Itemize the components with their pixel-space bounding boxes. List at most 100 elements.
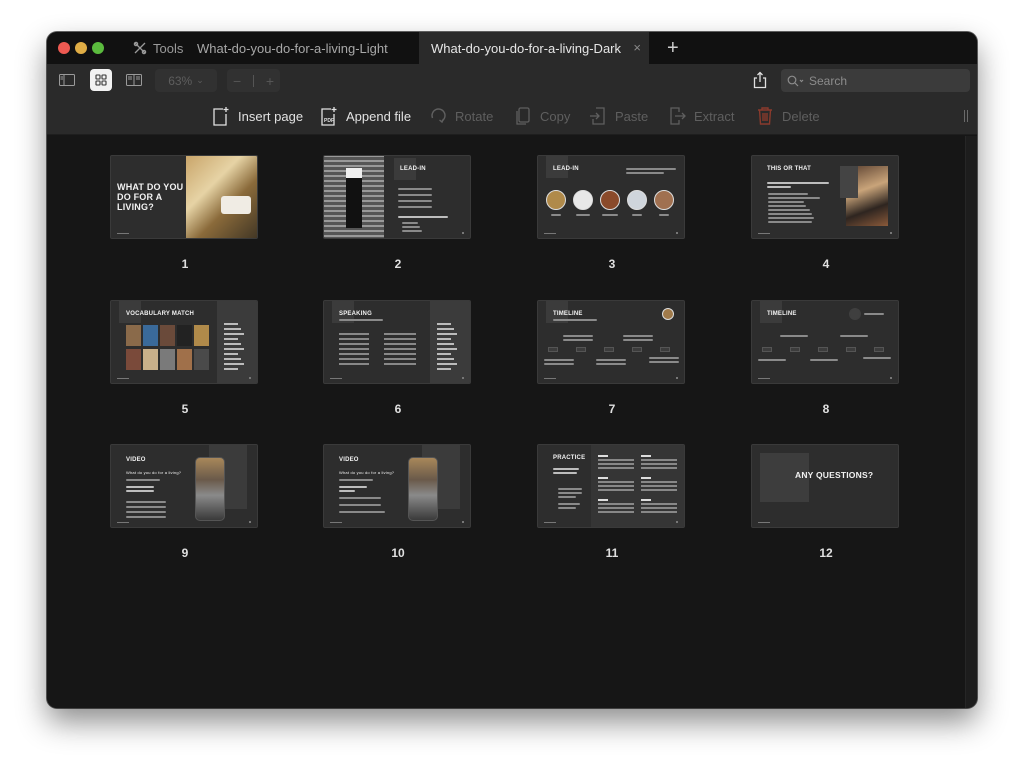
page-grid: WHAT DO YOU DO FOR A LIVING? 1 LEAD-IN 2…	[47, 136, 965, 708]
paste-icon	[590, 107, 605, 125]
page-thumbnail-11[interactable]: PRACTICE 11	[537, 444, 687, 560]
insert-page-button[interactable]: Insert page	[212, 105, 303, 127]
slide-text-line	[224, 353, 238, 355]
slide-text-line	[384, 353, 416, 355]
page-thumbnail-6[interactable]: SPEAKING 6	[323, 300, 473, 416]
slide-preview[interactable]: LEAD-IN	[537, 155, 685, 239]
new-tab-button[interactable]: +	[667, 37, 679, 60]
two-page-icon	[126, 74, 142, 86]
slide-photo	[160, 325, 175, 346]
paste-button[interactable]: Paste	[589, 105, 648, 127]
slide-text-line	[224, 328, 241, 330]
slide-preview[interactable]: LEAD-IN	[323, 155, 471, 239]
tab-document-light[interactable]: What-do-you-do-for-a-living-Light	[197, 32, 388, 64]
slide-photo	[177, 349, 192, 370]
close-window-button[interactable]	[58, 42, 70, 54]
page-thumbnail-2[interactable]: LEAD-IN 2	[323, 155, 473, 271]
page-thumbnail-10[interactable]: VIDEO What do you do for a living? 10	[323, 444, 473, 560]
zoom-window-button[interactable]	[92, 42, 104, 54]
copy-label: Copy	[540, 108, 571, 124]
slide-title: VIDEO	[126, 457, 146, 463]
title-bar: Tools What-do-you-do-for-a-living-Light …	[47, 32, 977, 64]
share-icon	[753, 71, 767, 89]
page-number: 5	[181, 402, 189, 416]
zoom-out-button[interactable]: −	[233, 73, 241, 89]
page-thumbnail-7[interactable]: TIMELINE 7	[537, 300, 687, 416]
append-file-button[interactable]: PDF Append file	[320, 105, 411, 127]
slide-text-line	[598, 459, 634, 461]
slide-preview[interactable]: VIDEO What do you do for a living?	[323, 444, 471, 528]
slide-title: PRACTICE	[553, 455, 586, 461]
slide-text-line	[641, 485, 677, 487]
tools-icon	[133, 41, 147, 55]
page-thumbnail-8[interactable]: TIMELINE 8	[751, 300, 901, 416]
search-input[interactable]	[809, 73, 959, 88]
page-number: 4	[822, 257, 830, 271]
tab-tools[interactable]: Tools	[133, 32, 183, 64]
delete-button[interactable]: Delete	[756, 105, 820, 127]
share-button[interactable]	[753, 71, 771, 91]
slide-preview[interactable]: VOCABULARY MATCH	[110, 300, 258, 384]
zoom-in-button[interactable]: +	[266, 73, 274, 89]
tab-document-dark[interactable]: What-do-you-do-for-a-living-Dark ×	[419, 32, 649, 64]
toolbar-resize-handle[interactable]	[964, 110, 968, 122]
slide-photo	[194, 325, 209, 346]
page-number: 7	[608, 402, 616, 416]
svg-text:PDF: PDF	[324, 118, 334, 124]
slide-text-line	[384, 333, 416, 335]
minimize-window-button[interactable]	[75, 42, 87, 54]
close-tab-icon[interactable]: ×	[633, 40, 641, 55]
slide-preview[interactable]: PRACTICE	[537, 444, 685, 528]
slide-text-line	[598, 463, 634, 465]
rotate-button[interactable]: Rotate	[429, 105, 493, 127]
page-thumbnail-5[interactable]: VOCABULARY MATCH 5	[110, 300, 260, 416]
slide-photo	[143, 349, 158, 370]
slide-preview[interactable]: ANY QUESTIONS?	[751, 444, 899, 528]
zoom-stepper: − +	[227, 69, 280, 92]
slide-preview[interactable]: TIMELINE	[537, 300, 685, 384]
slide-photo	[177, 325, 192, 346]
search-field[interactable]	[781, 69, 970, 92]
slide-text-line	[598, 511, 634, 513]
slide-text-line	[437, 363, 457, 365]
delete-label: Delete	[782, 108, 820, 124]
page-thumbnail-12[interactable]: ANY QUESTIONS? 12	[751, 444, 901, 560]
slide-text-line	[437, 348, 457, 350]
phone-video-preview	[408, 457, 438, 521]
page-number: 1	[181, 257, 189, 271]
slide-photo	[143, 325, 158, 346]
slide-preview[interactable]: WHAT DO YOU DO FOR A LIVING?	[110, 155, 258, 239]
slide-text-line	[437, 343, 454, 345]
slide-photo	[546, 190, 566, 210]
copy-button[interactable]: Copy	[514, 105, 570, 127]
slide-subtitle: What do you do for a living?	[339, 470, 395, 475]
zoom-level-dropdown[interactable]: 63% ⌄	[155, 69, 217, 92]
chevron-down-icon: ⌄	[196, 75, 204, 85]
divider	[253, 74, 254, 87]
slide-preview[interactable]: TIMELINE	[751, 300, 899, 384]
page-thumbnail-4[interactable]: THIS OR THAT 4	[751, 155, 901, 271]
page-thumbnail-3[interactable]: LEAD-IN 3	[537, 155, 687, 271]
two-page-view-button[interactable]	[123, 69, 145, 91]
slide-title: VOCABULARY MATCH	[126, 311, 195, 317]
grid-view-button[interactable]	[90, 69, 112, 91]
page-thumbnail-1[interactable]: WHAT DO YOU DO FOR A LIVING? 1	[110, 155, 260, 271]
slide-text-line	[224, 368, 238, 370]
slide-title: VIDEO	[339, 457, 359, 463]
slide-text-line	[641, 511, 677, 513]
slide-text-line	[598, 503, 634, 505]
page-thumbnail-9[interactable]: VIDEO What do you do for a living? 9	[110, 444, 260, 560]
slide-text-line	[437, 323, 451, 325]
slide-preview[interactable]: VIDEO What do you do for a living?	[110, 444, 258, 528]
question-mark-icon	[849, 308, 861, 320]
phone-video-preview	[195, 457, 225, 521]
slide-preview[interactable]: THIS OR THAT	[751, 155, 899, 239]
extract-button[interactable]: Extract	[668, 105, 734, 127]
slide-title: ANY QUESTIONS?	[795, 470, 874, 480]
slide-text-line	[598, 507, 634, 509]
slide-text-line	[224, 343, 241, 345]
sidebar-view-button[interactable]	[56, 69, 78, 91]
slide-text-line	[641, 463, 677, 465]
slide-preview[interactable]: SPEAKING	[323, 300, 471, 384]
vertical-scrollbar[interactable]	[965, 136, 977, 708]
